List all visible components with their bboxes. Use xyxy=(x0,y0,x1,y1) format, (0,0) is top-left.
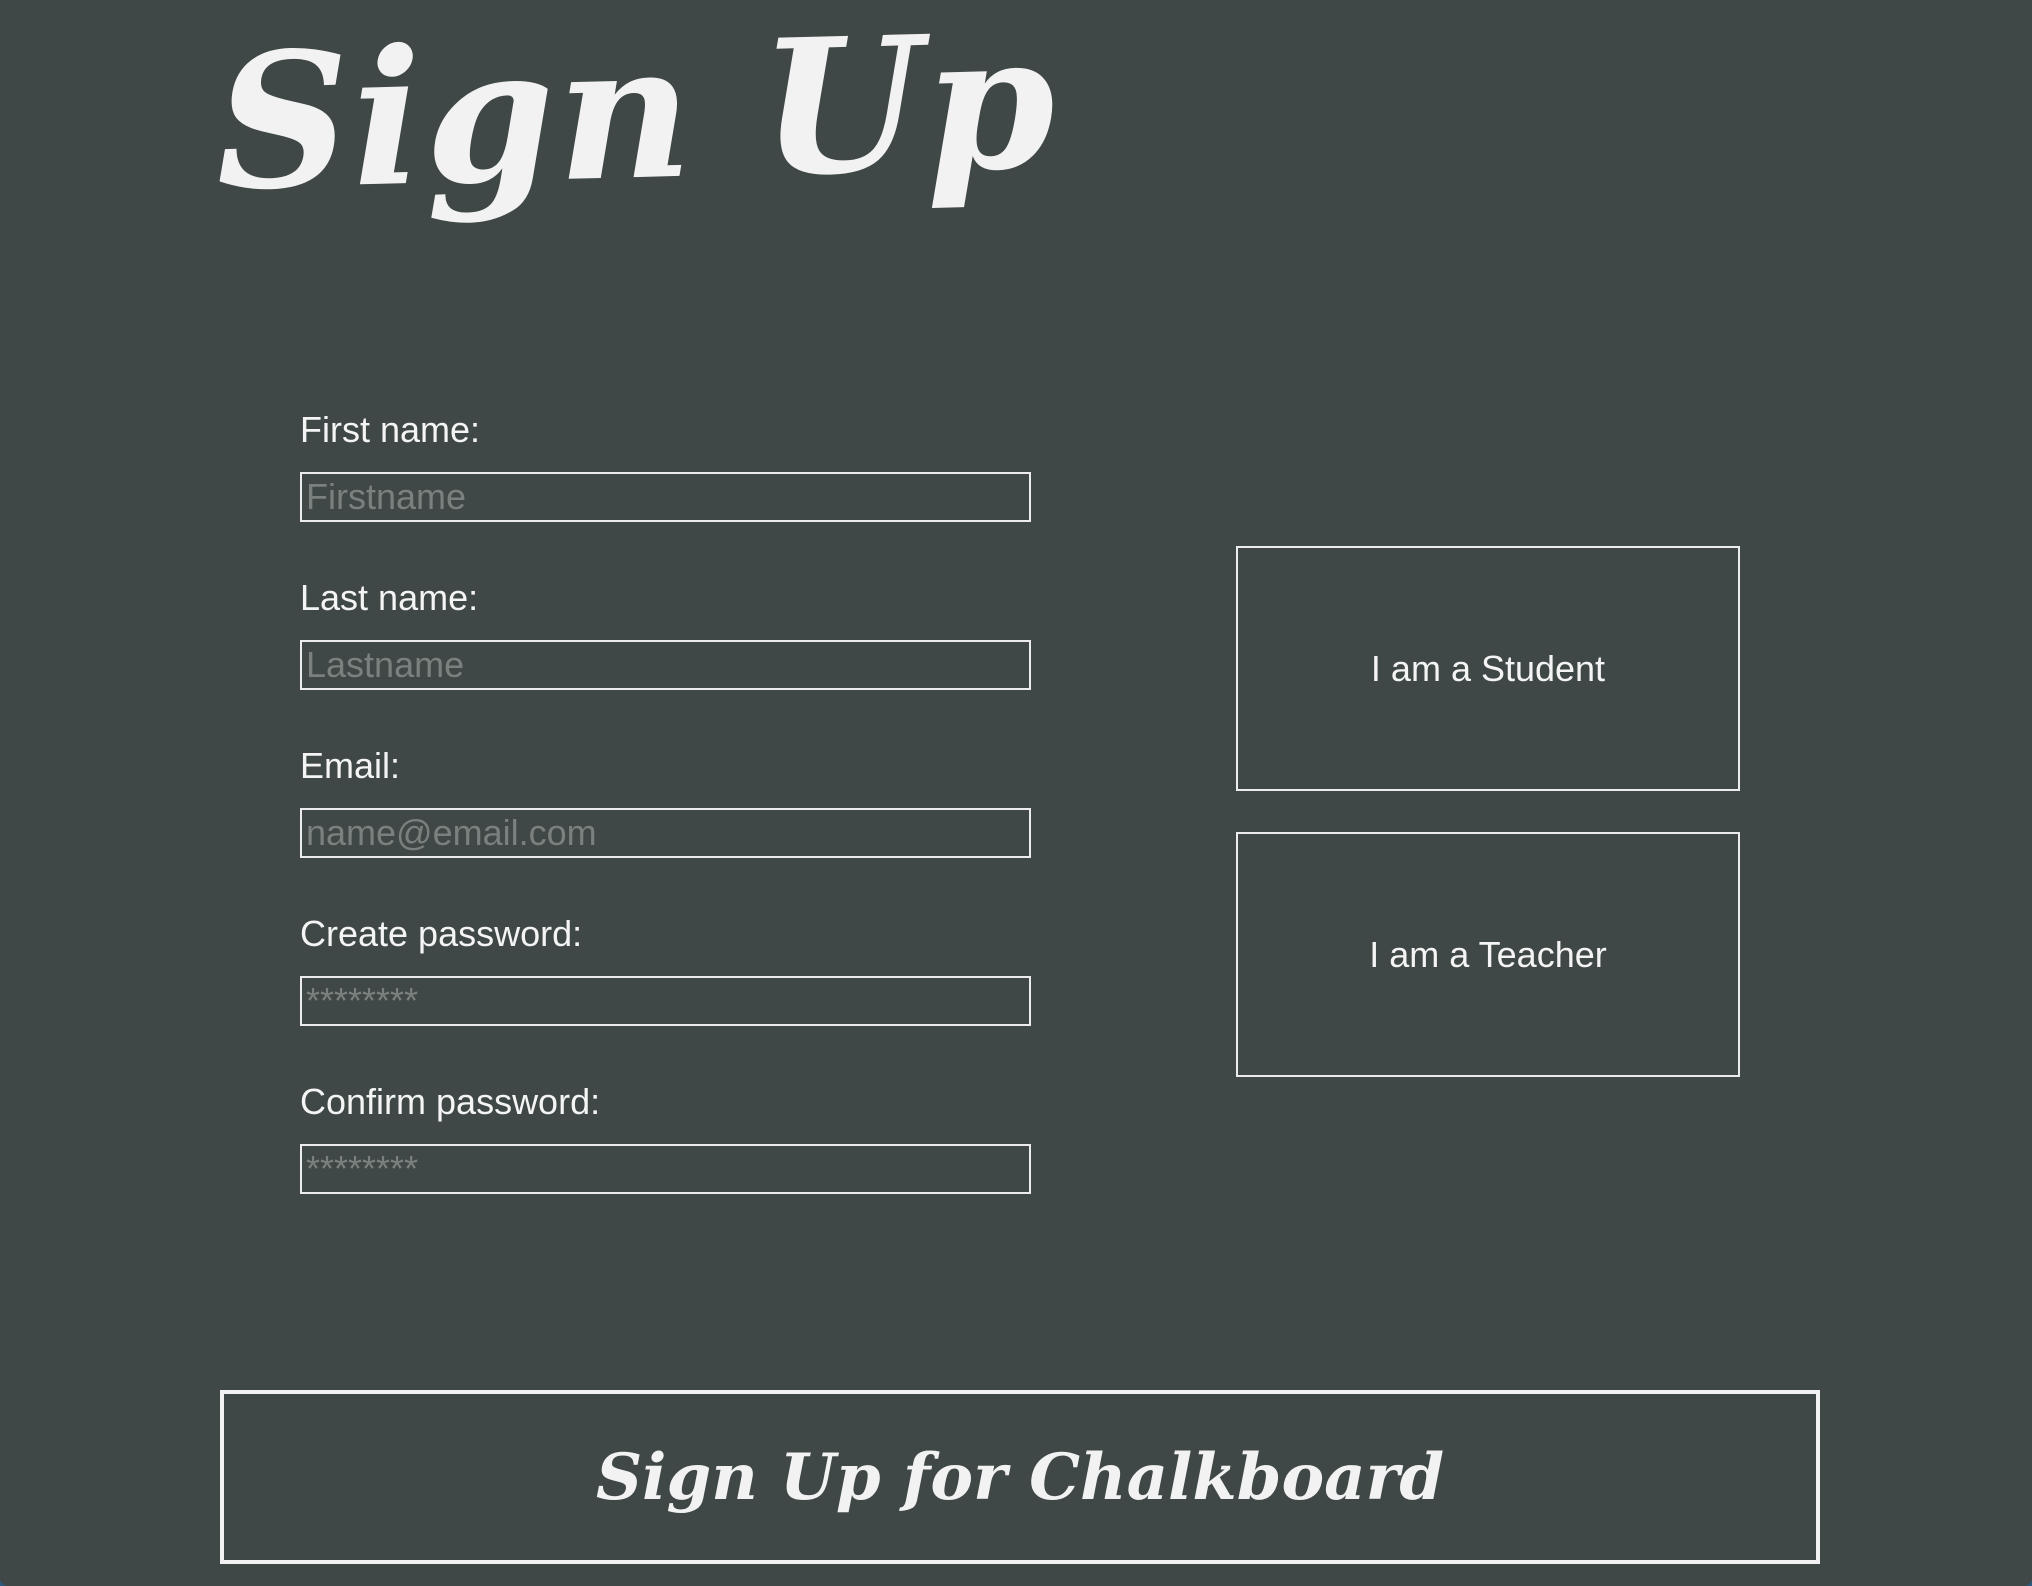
teacher-role-label: I am a Teacher xyxy=(1369,933,1607,975)
teacher-role-button[interactable]: I am a Teacher xyxy=(1236,832,1740,1077)
confirm-password-input[interactable] xyxy=(300,1144,1031,1194)
last-name-input[interactable] xyxy=(300,640,1031,690)
create-password-input[interactable] xyxy=(300,976,1031,1026)
student-role-button[interactable]: I am a Student xyxy=(1236,546,1740,791)
page-title: Sign Up xyxy=(212,0,1060,232)
last-name-label: Last name: xyxy=(300,577,479,618)
first-name-input[interactable] xyxy=(300,472,1031,522)
signup-submit-label: Sign Up for Chalkboard xyxy=(595,1439,1445,1515)
first-name-label: First name: xyxy=(300,409,481,450)
confirm-password-label: Confirm password: xyxy=(300,1081,601,1122)
student-role-label: I am a Student xyxy=(1370,647,1606,689)
email-input[interactable] xyxy=(300,808,1031,858)
email-label: Email: xyxy=(300,745,401,786)
create-password-label: Create password: xyxy=(300,913,583,954)
chalkboard-background: Sign Up First name: Last name: Email: Cr… xyxy=(0,0,2032,1586)
signup-submit-button[interactable]: Sign Up for Chalkboard xyxy=(220,1390,1820,1564)
